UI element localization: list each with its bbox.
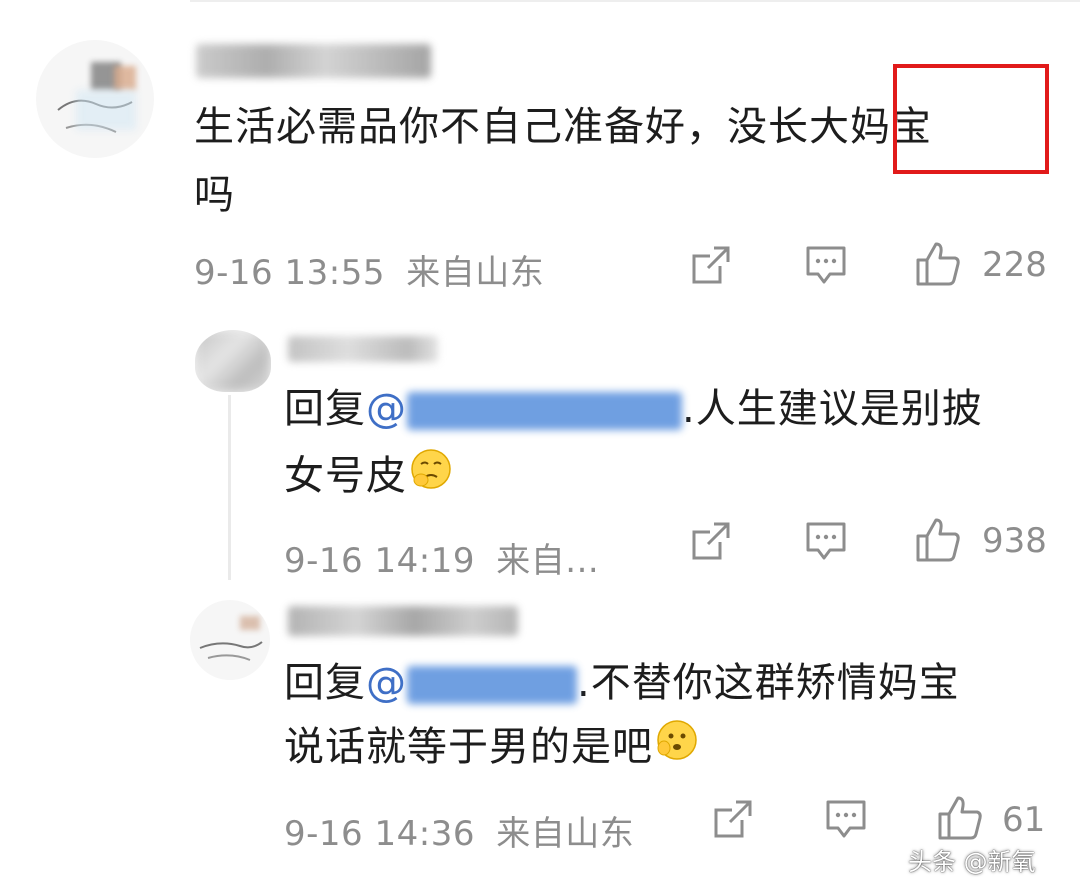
mention-at[interactable]: @ [366, 386, 407, 432]
avatar-sketch-image [57, 62, 136, 133]
avatar[interactable] [36, 40, 154, 158]
avatar[interactable] [195, 330, 271, 392]
timestamp: 9-16 14:36 [284, 814, 475, 854]
thumbs-up-icon[interactable] [936, 794, 984, 846]
location: 来自... [496, 541, 600, 581]
thread-line [228, 395, 231, 580]
timestamp: 9-16 14:19 [284, 541, 475, 581]
reply-text-line2: 说话就等于男的是吧 [284, 712, 699, 784]
emoji-face-icon [655, 714, 699, 784]
like-count: 228 [982, 245, 1047, 285]
comment-icon[interactable] [824, 798, 868, 844]
top-divider [190, 0, 1080, 2]
reply-text-line1: 回复@ .不替你这群矫情妈宝 [284, 660, 960, 706]
location: 来自山东 [496, 814, 635, 854]
comment-meta: 9-16 13:55 来自山东 [194, 245, 544, 294]
comment-text-line1: 生活必需品你不自己准备好，没长大妈宝 [194, 104, 932, 150]
comment-icon[interactable] [804, 520, 848, 566]
mention-username-blurred[interactable] [407, 666, 577, 704]
watermark: 头条 @新氧 [908, 848, 1036, 876]
username-blurred[interactable] [288, 606, 518, 636]
share-icon[interactable] [690, 520, 732, 566]
location: 来自山东 [406, 253, 545, 293]
avatar[interactable] [190, 600, 270, 680]
mention-username-blurred[interactable] [407, 392, 682, 430]
like-count: 938 [982, 521, 1047, 561]
username-blurred[interactable] [288, 336, 438, 362]
emoji-face-icon [409, 443, 453, 513]
comment-text-line2: 吗 [194, 172, 235, 218]
comment-meta: 9-16 14:36 来自山东 [284, 806, 634, 855]
highlight-box [893, 64, 1049, 174]
reply-text-line2: 女号皮 [284, 441, 453, 513]
username-blurred[interactable] [196, 44, 431, 78]
comment-icon[interactable] [804, 244, 848, 290]
share-icon[interactable] [712, 798, 754, 844]
thumbs-up-icon[interactable] [914, 516, 962, 568]
timestamp: 9-16 13:55 [194, 253, 385, 293]
avatar-sketch-image [199, 616, 263, 661]
comment-meta: 9-16 14:19 来自... [284, 533, 599, 582]
mention-at[interactable]: @ [366, 660, 407, 706]
like-count: 61 [1002, 800, 1046, 840]
thumbs-up-icon[interactable] [914, 240, 962, 292]
share-icon[interactable] [690, 244, 732, 290]
reply-text-line1: 回复@ .人生建议是别披 [284, 386, 983, 432]
